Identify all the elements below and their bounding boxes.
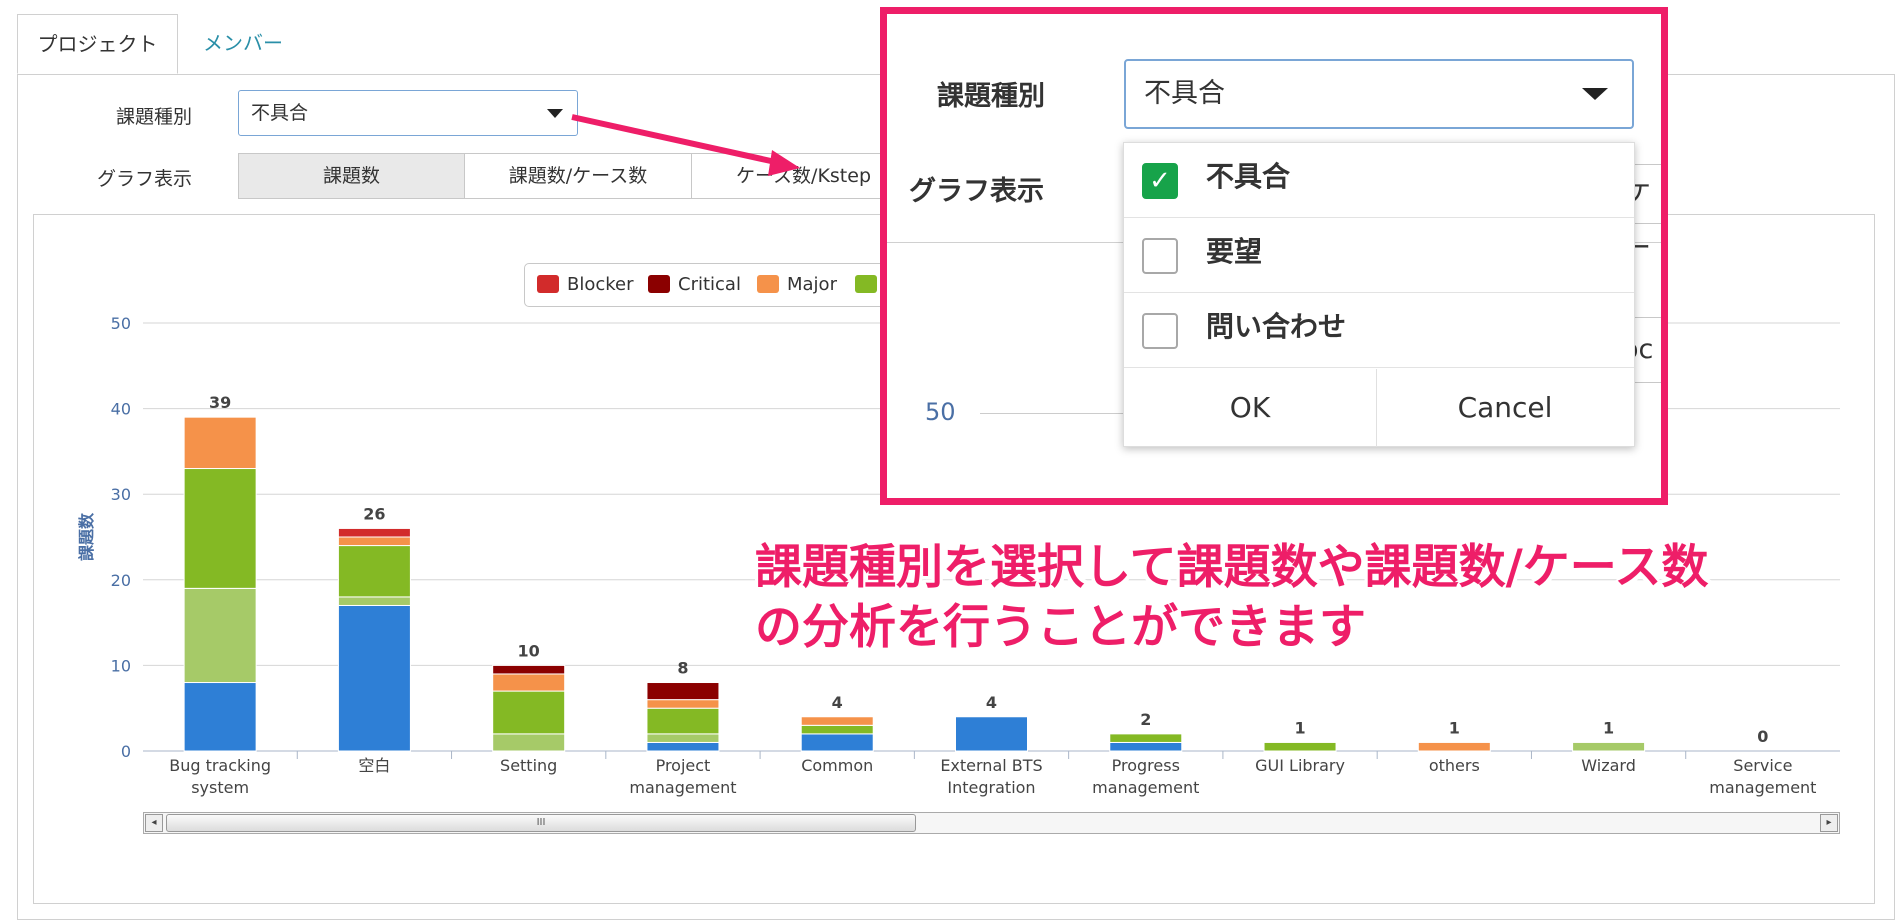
annotation-line-2: の分析を行うことができます xyxy=(755,600,1366,655)
annotation-text: 課題種別を選択して課題数や課題数/ケース数 の分析を行うことができます xyxy=(755,538,1708,658)
pointer-arrow xyxy=(571,114,800,176)
tab-project[interactable]: プロジェクト xyxy=(17,14,178,74)
arrow-shaft xyxy=(571,114,781,166)
arrow-head xyxy=(768,150,800,176)
annotation-line-1: 課題種別を選択して課題数や課題数/ケース数 xyxy=(755,540,1709,595)
